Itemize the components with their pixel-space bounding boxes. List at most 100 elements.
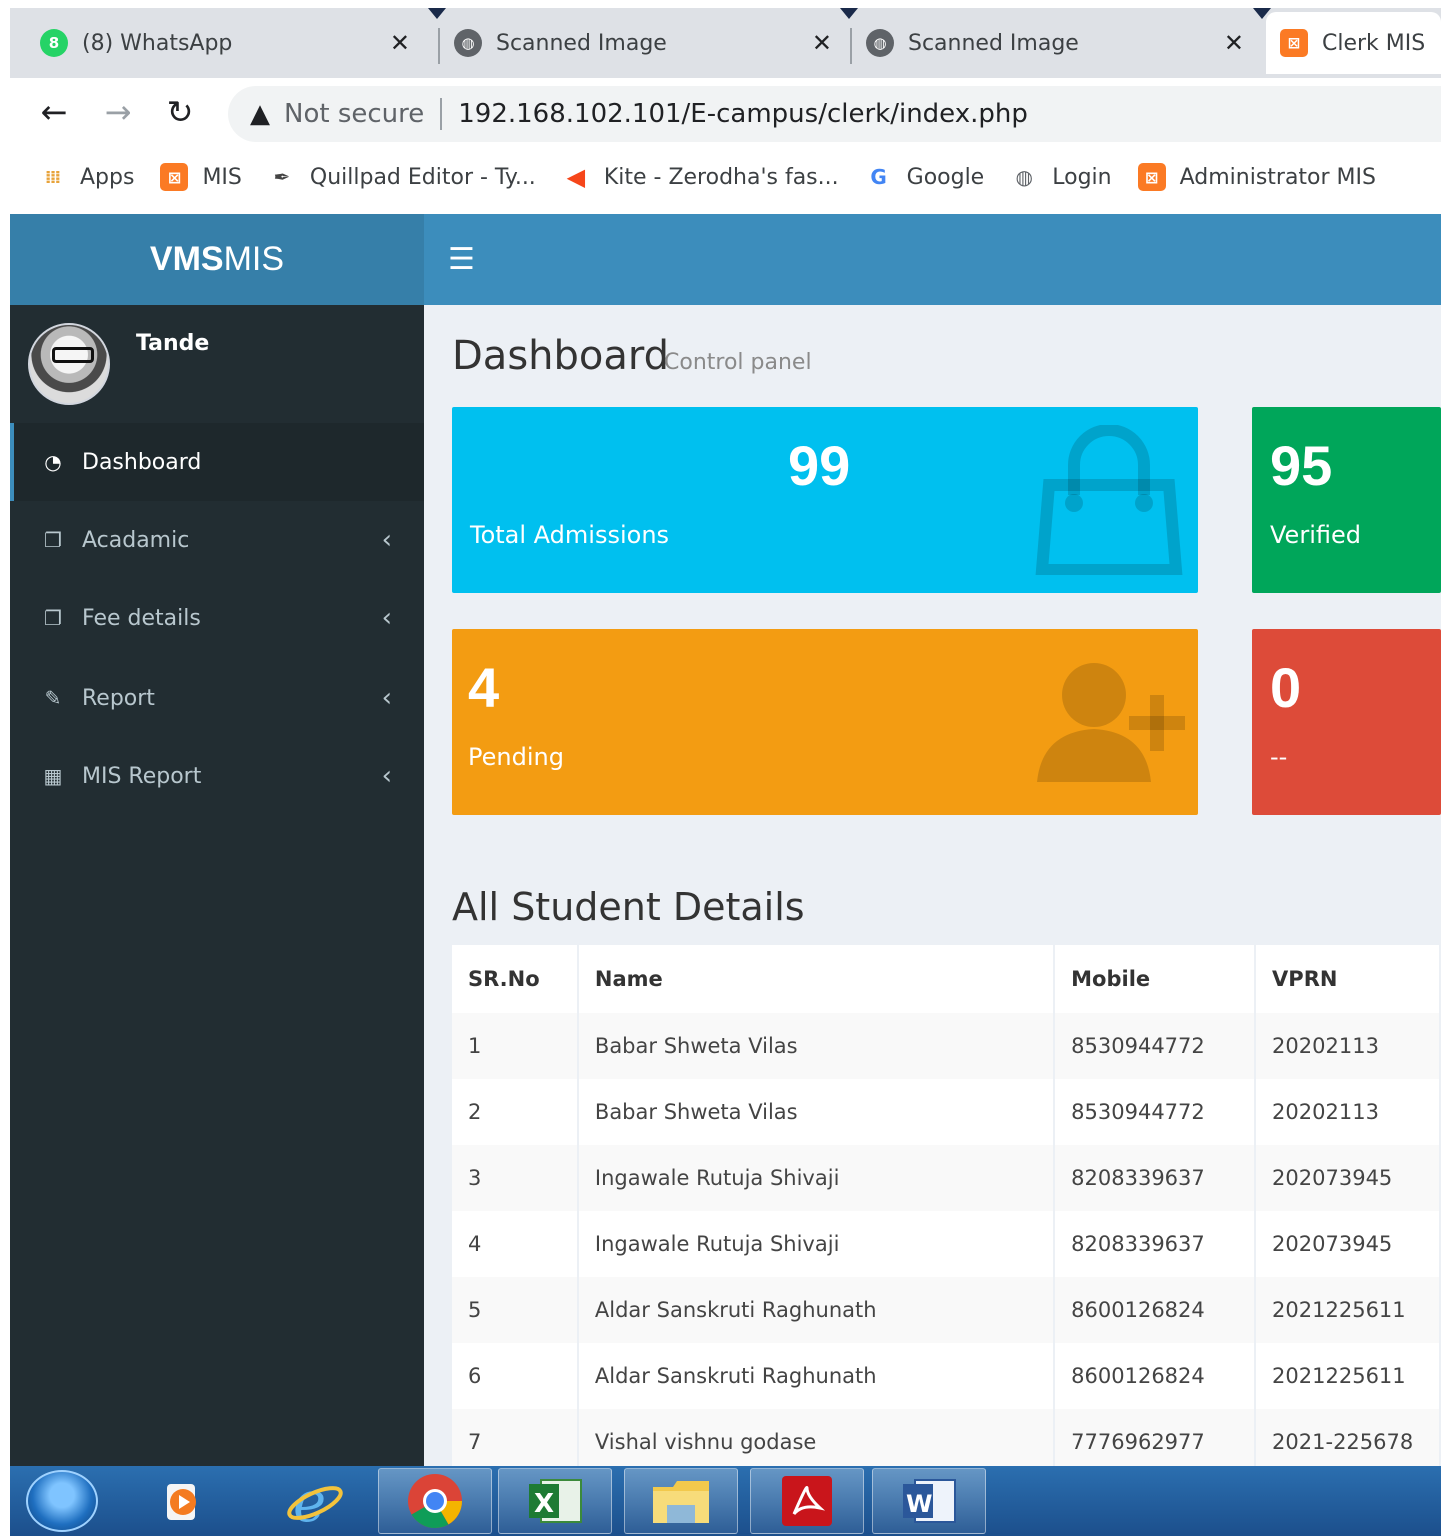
bookmark-quillpad[interactable]: ✒ Quillpad Editor - Ty...: [268, 163, 536, 191]
chevron-left-icon: ‹: [381, 525, 392, 555]
browser-tab-strip: 8 (8) WhatsApp ✕ ◍ Scanned Image ✕ ◍ Sca…: [10, 8, 1441, 78]
copy-icon: ❐: [44, 606, 62, 630]
hamburger-menu-icon[interactable]: ☰: [448, 242, 475, 277]
reload-icon[interactable]: ↻: [160, 92, 200, 132]
stat-box-total-admissions[interactable]: 99 Total Admissions: [452, 407, 1198, 593]
sidebar-item-report[interactable]: ✎ Report ‹: [10, 659, 424, 737]
file-explorer-icon[interactable]: [624, 1468, 738, 1534]
internet-explorer-icon[interactable]: e: [258, 1468, 372, 1534]
xampp-icon: ⊠: [160, 163, 189, 191]
tab-whatsapp[interactable]: 8 (8) WhatsApp ✕: [40, 12, 428, 74]
sidebar-item-label: Acadamic: [82, 527, 190, 553]
stat-label: Pending: [468, 743, 564, 771]
cell-name: Aldar Sanskruti Raghunath: [577, 1277, 1056, 1343]
tab-clerk-mis[interactable]: ⊠ Clerk MIS: [1266, 12, 1441, 74]
browser-toolbar: ← → ↻ ▲ Not secure 192.168.102.101/E-cam…: [10, 78, 1441, 148]
column-header-mobile[interactable]: Mobile: [1054, 945, 1257, 1013]
bookmark-google[interactable]: G Google: [865, 163, 984, 191]
avatar: [28, 323, 110, 405]
stat-box-verified[interactable]: 95 Verified: [1252, 407, 1441, 593]
stat-box-other[interactable]: 0 --: [1252, 629, 1441, 815]
bookmark-administrator-mis[interactable]: ⊠ Administrator MIS: [1137, 163, 1376, 191]
kite-icon: ◀: [566, 163, 586, 191]
word-icon[interactable]: W: [872, 1468, 986, 1534]
user-name: Tande: [136, 331, 210, 356]
app-logo[interactable]: VMS MIS: [10, 214, 424, 305]
close-icon[interactable]: ✕: [1224, 29, 1244, 57]
excel-icon[interactable]: X: [498, 1468, 612, 1534]
sidebar-item-fee-details[interactable]: ❐ Fee details ‹: [10, 579, 424, 657]
cell-name: Ingawale Rutuja Shivaji: [577, 1145, 1056, 1211]
tab-scanned-image-2[interactable]: ◍ Scanned Image ✕: [866, 12, 1262, 74]
main-content: Dashboard Control panel 99 Total Admissi…: [424, 305, 1441, 1466]
forward-arrow-icon[interactable]: →: [98, 92, 138, 132]
tab-separator: [438, 28, 440, 64]
stat-box-pending[interactable]: 4 Pending: [452, 629, 1198, 815]
page-title: Dashboard: [452, 333, 670, 379]
bookmark-login[interactable]: ◍ Login: [1010, 163, 1112, 191]
security-label[interactable]: Not secure: [284, 99, 424, 129]
tab-title: Clerk MIS: [1322, 30, 1426, 56]
cell-vprn: 20202113: [1255, 1013, 1441, 1079]
table-row: 6 Aldar Sanskruti Raghunath 8600126824 2…: [452, 1343, 1441, 1409]
cell-sr-no: 4: [452, 1211, 579, 1277]
mis-app: VMS MIS ☰ Tande ◔ Dashboard ❐ Acadamic ‹ …: [10, 214, 1441, 1466]
bookmark-kite[interactable]: ◀ Kite - Zerodha's fas...: [562, 163, 839, 191]
table-row: 2 Babar Shweta Vilas 8530944772 20202113: [452, 1079, 1441, 1145]
start-orb-icon[interactable]: [26, 1470, 98, 1532]
windows-taskbar: e X W: [10, 1466, 1441, 1536]
cell-mobile: 8530944772: [1054, 1079, 1257, 1145]
cell-sr-no: 3: [452, 1145, 579, 1211]
column-header-name[interactable]: Name: [577, 945, 1056, 1013]
tab-marker: [428, 8, 446, 19]
bookmark-mis[interactable]: ⊠ MIS: [160, 163, 242, 191]
xampp-icon: ⊠: [1137, 163, 1166, 191]
close-icon[interactable]: ✕: [812, 29, 832, 57]
logo-regular: MIS: [223, 240, 285, 278]
cell-vprn: 20202113: [1255, 1079, 1441, 1145]
cell-sr-no: 2: [452, 1079, 579, 1145]
chrome-icon[interactable]: [378, 1468, 492, 1534]
chevron-left-icon: ‹: [381, 761, 392, 791]
media-player-icon[interactable]: [128, 1468, 242, 1534]
cell-mobile: 7776962977: [1054, 1409, 1257, 1466]
quill-icon: ✒: [273, 165, 291, 189]
cell-name: Vishal vishnu godase: [577, 1409, 1056, 1466]
column-header-sr-no[interactable]: SR.No: [452, 945, 579, 1013]
column-header-vprn[interactable]: VPRN: [1255, 945, 1441, 1013]
address-bar[interactable]: ▲ Not secure 192.168.102.101/E-campus/cl…: [228, 86, 1441, 142]
table-row: 1 Babar Shweta Vilas 8530944772 20202113: [452, 1013, 1441, 1079]
bookmark-label: Administrator MIS: [1179, 164, 1376, 190]
sidebar-item-acadamic[interactable]: ❐ Acadamic ‹: [10, 501, 424, 579]
cell-vprn: 2021225611: [1255, 1277, 1441, 1343]
google-icon: G: [870, 165, 887, 189]
chevron-left-icon: ‹: [381, 683, 392, 713]
cell-mobile: 8208339637: [1054, 1211, 1257, 1277]
tab-scanned-image-1[interactable]: ◍ Scanned Image ✕: [454, 12, 850, 74]
bookmark-apps[interactable]: ⁞⁞⁞ Apps: [38, 163, 135, 191]
acrobat-icon[interactable]: [750, 1468, 864, 1534]
sidebar-item-dashboard[interactable]: ◔ Dashboard: [10, 423, 424, 501]
close-icon[interactable]: ✕: [390, 29, 410, 57]
table-header-row: SR.No Name Mobile VPRN: [452, 945, 1441, 1013]
back-arrow-icon[interactable]: ←: [34, 92, 74, 132]
url-text[interactable]: 192.168.102.101/E-campus/clerk/index.php: [458, 99, 1028, 129]
stat-value: 0: [1270, 656, 1302, 719]
sidebar: Tande ◔ Dashboard ❐ Acadamic ‹ ❐ Fee det…: [10, 305, 424, 1466]
stat-label: Verified: [1270, 521, 1361, 549]
cell-sr-no: 5: [452, 1277, 579, 1343]
sidebar-item-label: Report: [82, 685, 155, 711]
cell-sr-no: 6: [452, 1343, 579, 1409]
tab-separator: [850, 28, 852, 64]
svg-text:X: X: [534, 1489, 554, 1519]
cell-name: Babar Shweta Vilas: [577, 1079, 1056, 1145]
sidebar-item-mis-report[interactable]: ▦ MIS Report ‹: [10, 737, 424, 815]
globe-icon: ◍: [866, 29, 894, 57]
cell-vprn: 2021-225678: [1255, 1409, 1441, 1466]
bookmark-label: Login: [1052, 164, 1112, 190]
xampp-icon: ⊠: [1280, 29, 1308, 57]
tab-title: Scanned Image: [908, 30, 1079, 56]
user-panel: Tande: [10, 305, 424, 423]
stat-value: 4: [468, 656, 500, 719]
cell-mobile: 8208339637: [1054, 1145, 1257, 1211]
